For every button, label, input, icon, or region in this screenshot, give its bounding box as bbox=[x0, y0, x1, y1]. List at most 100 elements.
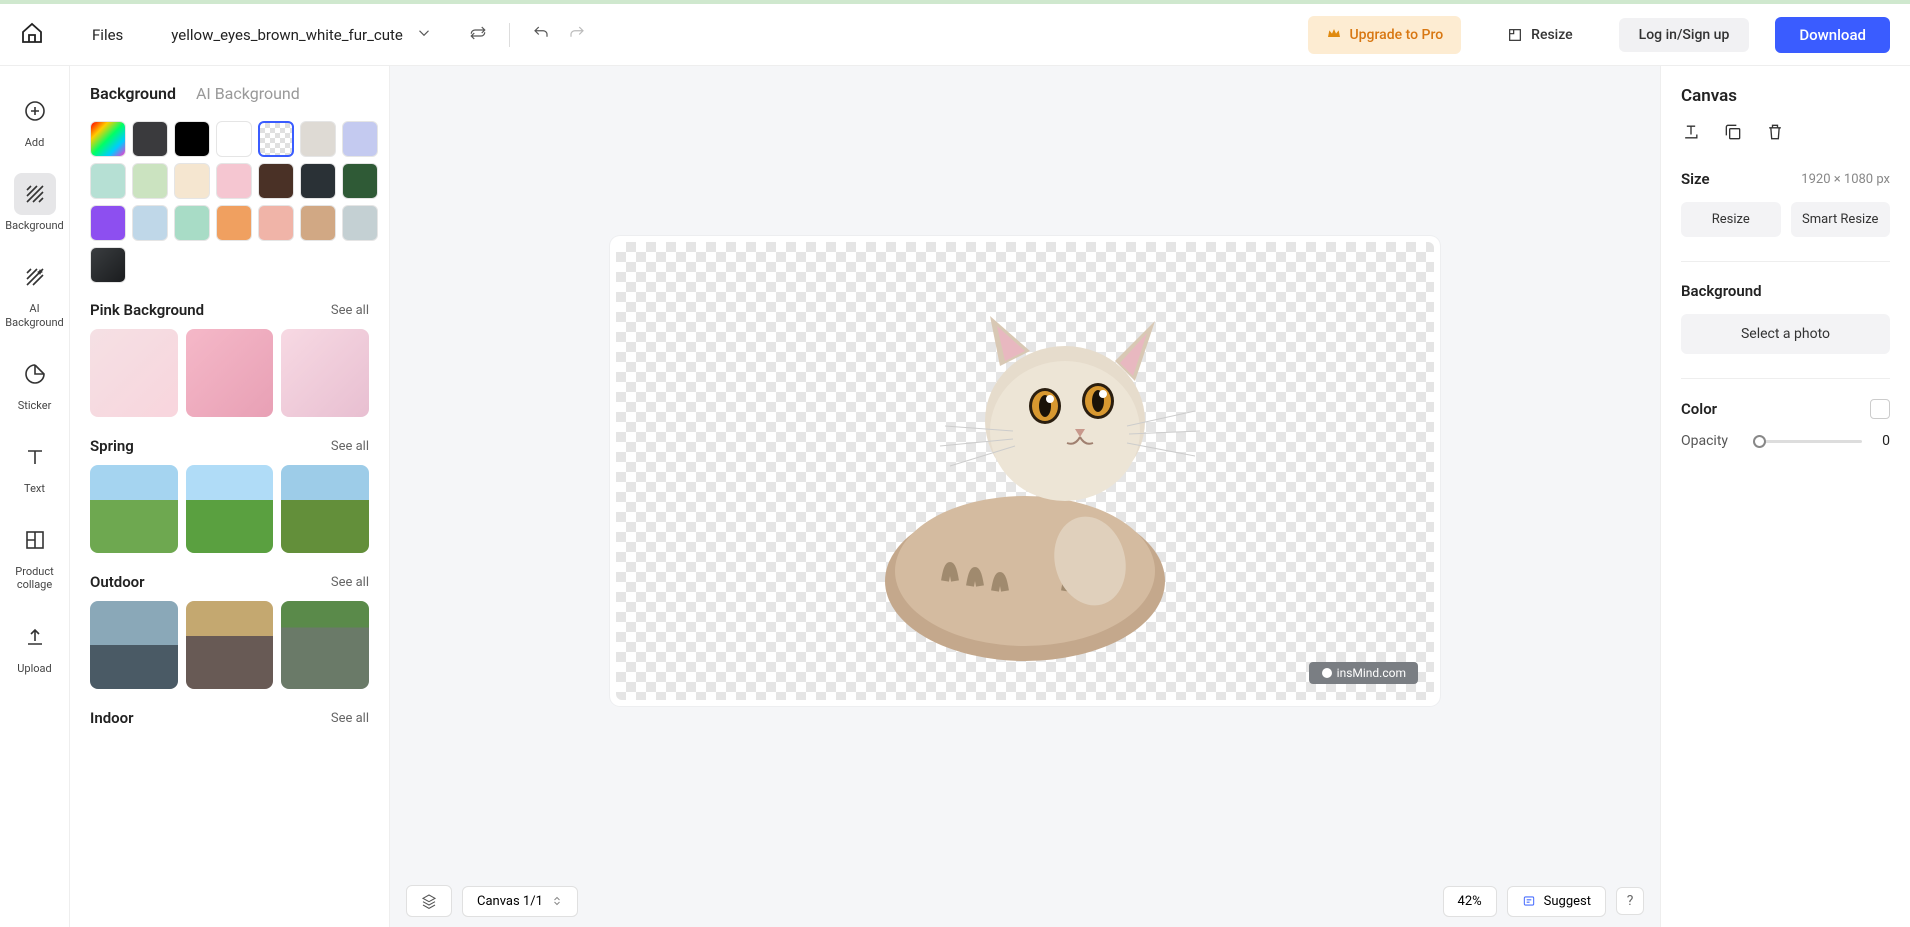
swatch-sky[interactable] bbox=[132, 205, 168, 241]
opacity-slider[interactable] bbox=[1753, 440, 1862, 443]
canvas-pager[interactable]: Canvas 1/1 bbox=[462, 886, 578, 917]
sidebar-item-label: Add bbox=[25, 136, 45, 149]
zoom-indicator[interactable]: 42% bbox=[1443, 886, 1497, 917]
suggest-button-label: Suggest bbox=[1544, 894, 1591, 909]
swatch-forest[interactable] bbox=[342, 163, 378, 199]
text-icon bbox=[14, 436, 56, 478]
swatch-navy[interactable] bbox=[300, 163, 336, 199]
canvas-viewport[interactable]: insMind.com bbox=[390, 66, 1660, 875]
download-button[interactable]: Download bbox=[1775, 17, 1890, 53]
crown-icon bbox=[1326, 25, 1342, 45]
swatch-purple[interactable] bbox=[90, 205, 126, 241]
ai-background-icon bbox=[14, 256, 56, 298]
sidebar-item-ai-background[interactable]: AI Background bbox=[4, 248, 66, 336]
sidebar-item-upload[interactable]: Upload bbox=[4, 608, 66, 683]
bg-thumb-spring-1[interactable] bbox=[90, 465, 178, 553]
canvas-frame: insMind.com bbox=[610, 236, 1440, 706]
bg-thumb-pink-2[interactable] bbox=[186, 329, 274, 417]
sidebar-item-label: Background bbox=[5, 219, 63, 232]
swatch-rainbow[interactable] bbox=[90, 121, 126, 157]
category-title-spring: Spring bbox=[90, 437, 134, 455]
layers-button[interactable] bbox=[406, 885, 452, 917]
swatch-light-gray[interactable] bbox=[300, 121, 336, 157]
swatch-transparent[interactable] bbox=[258, 121, 294, 157]
bg-thumb-spring-2[interactable] bbox=[186, 465, 274, 553]
sync-icon[interactable] bbox=[469, 24, 487, 46]
resize-button-label: Resize bbox=[1531, 27, 1573, 43]
canvas-subject-cat[interactable] bbox=[835, 271, 1215, 671]
size-value: 1920 × 1080 px bbox=[1801, 172, 1890, 187]
smart-resize-button[interactable]: Smart Resize bbox=[1791, 202, 1891, 237]
swatch-charcoal-grad[interactable] bbox=[90, 247, 126, 283]
bring-front-icon[interactable] bbox=[1681, 122, 1701, 142]
resize-button-top[interactable]: Resize bbox=[1487, 18, 1593, 52]
plus-icon bbox=[14, 90, 56, 132]
swatch-brown[interactable] bbox=[258, 163, 294, 199]
size-label: Size bbox=[1681, 170, 1710, 188]
opacity-label: Opacity bbox=[1681, 433, 1741, 449]
swatch-tan[interactable] bbox=[300, 205, 336, 241]
swatch-slate[interactable] bbox=[342, 205, 378, 241]
watermark-text: insMind.com bbox=[1337, 666, 1406, 680]
category-title-pink: Pink Background bbox=[90, 301, 204, 319]
suggest-button[interactable]: Suggest bbox=[1507, 886, 1606, 917]
swatch-orange[interactable] bbox=[216, 205, 252, 241]
sidebar-item-sticker[interactable]: Sticker bbox=[4, 345, 66, 420]
swatch-cream[interactable] bbox=[174, 163, 210, 199]
see-all-outdoor[interactable]: See all bbox=[331, 575, 369, 590]
canvas-area: insMind.com Canvas 1/1 42% Suggest bbox=[390, 66, 1660, 927]
undo-icon[interactable] bbox=[532, 24, 550, 46]
see-all-pink[interactable]: See all bbox=[331, 303, 369, 318]
color-swatch-button[interactable] bbox=[1870, 399, 1890, 419]
swatch-lavender[interactable] bbox=[342, 121, 378, 157]
sidebar-item-label: AI Background bbox=[5, 302, 63, 328]
bg-thumb-outdoor-1[interactable] bbox=[90, 601, 178, 689]
right-panel: Canvas Size 1920 × 1080 px Resize Smart … bbox=[1660, 66, 1910, 927]
swatch-sage[interactable] bbox=[132, 163, 168, 199]
swatch-dark-gray[interactable] bbox=[132, 121, 168, 157]
swatch-black[interactable] bbox=[174, 121, 210, 157]
topbar: Files yellow_eyes_brown_white_fur_cute U… bbox=[0, 4, 1910, 66]
copy-icon[interactable] bbox=[1723, 122, 1743, 142]
bg-thumb-pink-1[interactable] bbox=[90, 329, 178, 417]
help-button[interactable]: ? bbox=[1616, 887, 1644, 915]
home-icon[interactable] bbox=[20, 21, 44, 49]
trash-icon[interactable] bbox=[1765, 122, 1785, 142]
swatch-mint[interactable] bbox=[90, 163, 126, 199]
category-title-indoor: Indoor bbox=[90, 709, 134, 727]
upload-icon bbox=[14, 616, 56, 658]
background-icon bbox=[14, 173, 56, 215]
sidebar-item-label: Text bbox=[24, 482, 45, 495]
bg-thumb-outdoor-2[interactable] bbox=[186, 601, 274, 689]
login-button[interactable]: Log in/Sign up bbox=[1619, 18, 1750, 52]
files-link[interactable]: Files bbox=[92, 26, 123, 44]
bg-thumb-pink-3[interactable] bbox=[281, 329, 369, 417]
opacity-value: 0 bbox=[1874, 433, 1890, 449]
resize-button[interactable]: Resize bbox=[1681, 202, 1781, 237]
swatch-seafoam[interactable] bbox=[174, 205, 210, 241]
upgrade-button[interactable]: Upgrade to Pro bbox=[1308, 16, 1462, 54]
tab-ai-background[interactable]: AI Background bbox=[196, 84, 300, 103]
canvas-bottom-bar: Canvas 1/1 42% Suggest ? bbox=[390, 875, 1660, 927]
see-all-indoor[interactable]: See all bbox=[331, 711, 369, 726]
select-photo-button[interactable]: Select a photo bbox=[1681, 314, 1890, 354]
sidebar-item-text[interactable]: Text bbox=[4, 428, 66, 503]
sidebar-item-background[interactable]: Background bbox=[4, 165, 66, 240]
bg-thumb-spring-3[interactable] bbox=[281, 465, 369, 553]
see-all-spring[interactable]: See all bbox=[331, 439, 369, 454]
icon-sidebar: Add Background AI Background Sticker Tex… bbox=[0, 66, 70, 927]
upgrade-button-label: Upgrade to Pro bbox=[1350, 27, 1444, 43]
canvas-checker: insMind.com bbox=[616, 242, 1434, 700]
sidebar-item-product-collage[interactable]: Product collage bbox=[4, 511, 66, 599]
sidebar-item-add[interactable]: Add bbox=[4, 82, 66, 157]
swatch-rose[interactable] bbox=[258, 205, 294, 241]
bg-thumb-outdoor-3[interactable] bbox=[281, 601, 369, 689]
filename[interactable]: yellow_eyes_brown_white_fur_cute bbox=[171, 26, 403, 44]
chevron-down-icon[interactable] bbox=[415, 24, 433, 46]
canvas-pager-label: Canvas 1/1 bbox=[477, 894, 543, 909]
watermark: insMind.com bbox=[1309, 662, 1418, 684]
tab-background[interactable]: Background bbox=[90, 84, 176, 103]
swatch-white[interactable] bbox=[216, 121, 252, 157]
sticker-icon bbox=[14, 353, 56, 395]
swatch-pink[interactable] bbox=[216, 163, 252, 199]
